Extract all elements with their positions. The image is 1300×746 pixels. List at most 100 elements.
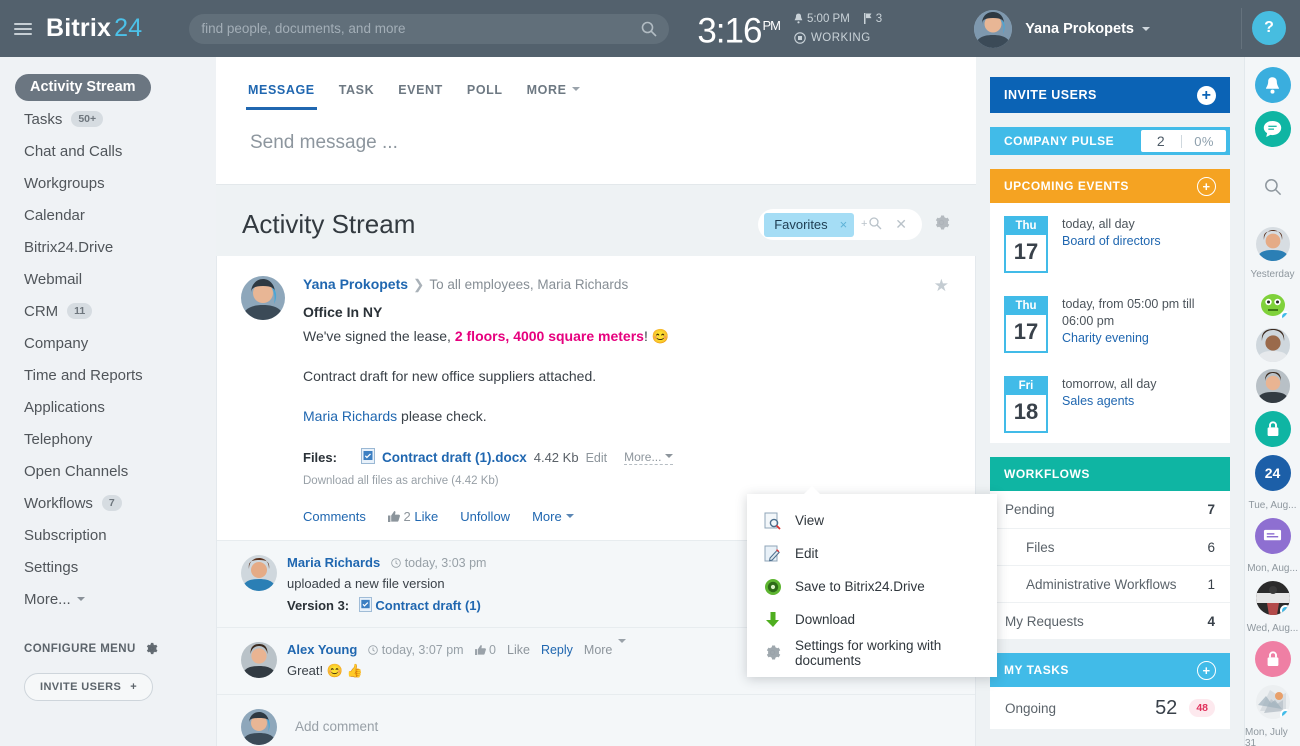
sidebar-item-tasks[interactable]: Tasks50+ — [0, 103, 216, 135]
sidebar-item-webmail[interactable]: Webmail — [0, 263, 216, 295]
post-author-avatar[interactable] — [241, 276, 285, 320]
like-action[interactable]: 2 Like — [388, 509, 438, 524]
sidebar-item-company[interactable]: Company — [0, 327, 216, 359]
sidebar-item-telephony[interactable]: Telephony — [0, 423, 216, 455]
workflow-row[interactable]: Administrative Workflows1 — [990, 565, 1230, 602]
sidebar-item-workflows[interactable]: Workflows7 — [0, 487, 216, 519]
clock-details: 5:00 PM 3 WORKING — [794, 13, 882, 44]
upcoming-events-header[interactable]: UPCOMING EVENTS + — [990, 169, 1230, 203]
send-message-input[interactable]: Send message ... — [216, 110, 976, 184]
tab-poll[interactable]: POLL — [455, 83, 515, 110]
help-button[interactable]: ? — [1252, 11, 1286, 45]
add-filter-icon[interactable]: + — [858, 216, 886, 233]
file-more-menu-button[interactable]: More... — [624, 450, 673, 465]
thumbs-up-icon — [388, 511, 400, 522]
workflow-row[interactable]: Files6 — [990, 528, 1230, 565]
menu-toggle-icon[interactable] — [14, 20, 32, 38]
sidebar-item-workgroups[interactable]: Workgroups — [0, 167, 216, 199]
rail-avatar[interactable] — [1256, 227, 1290, 261]
clear-filter-icon[interactable]: ✕ — [890, 216, 912, 233]
unfollow-action[interactable]: Unfollow — [460, 509, 510, 524]
post-author-name[interactable]: Yana Prokopets — [303, 276, 408, 292]
chevron-down-icon — [665, 454, 673, 462]
download-archive-link[interactable]: Download all files as archive (4.42 Kb) — [303, 475, 951, 487]
comment-author-name[interactable]: Maria Richards — [287, 555, 380, 570]
event-title[interactable]: Board of directors — [1062, 233, 1161, 250]
sidebar-item-crm[interactable]: CRM11 — [0, 295, 216, 327]
user-menu[interactable]: Yana Prokopets — [974, 10, 1150, 48]
file-edit-link[interactable]: Edit — [586, 451, 608, 465]
chevron-down-icon — [77, 597, 85, 605]
clock-widget[interactable]: 3:16PM 5:00 PM 3 WORKING — [697, 7, 882, 51]
comment-more-action[interactable]: More — [584, 643, 626, 657]
rail-lock-button[interactable] — [1255, 411, 1291, 447]
close-icon[interactable]: × — [840, 217, 848, 232]
task-row[interactable]: Ongoing5248 — [990, 687, 1230, 729]
tab-event[interactable]: EVENT — [386, 83, 455, 110]
rail-lock-button[interactable] — [1255, 641, 1291, 677]
sidebar-item-label: Workflows — [24, 495, 93, 512]
sidebar-item-bitrix24-drive[interactable]: Bitrix24.Drive — [0, 231, 216, 263]
workflow-row[interactable]: Pending7 — [990, 491, 1230, 528]
event-item[interactable]: Thu17today, all dayBoard of directors — [990, 203, 1230, 283]
rail-avatar[interactable] — [1256, 369, 1290, 403]
configure-menu-button[interactable]: CONFIGURE MENU — [24, 642, 216, 655]
event-item[interactable]: Thu17today, from 05:00 pm till 06:00 pmC… — [990, 283, 1230, 363]
sidebar-item-more[interactable]: More... — [0, 583, 216, 615]
app-logo[interactable]: Bitrix24 — [46, 14, 142, 43]
comment-reply-action[interactable]: Reply — [541, 643, 573, 657]
sidebar-invite-users-button[interactable]: INVITE USERS + — [24, 673, 153, 701]
file-menu-item-view[interactable]: View — [747, 504, 997, 537]
my-tasks-header[interactable]: MY TASKS + — [990, 653, 1230, 687]
tab-more[interactable]: MORE — [515, 83, 592, 110]
sidebar-item-settings[interactable]: Settings — [0, 551, 216, 583]
file-menu-item-edit[interactable]: Edit — [747, 537, 997, 570]
sidebar-item-chat-and-calls[interactable]: Chat and Calls — [0, 135, 216, 167]
event-title[interactable]: Charity evening — [1062, 330, 1216, 347]
global-search[interactable] — [189, 14, 669, 44]
chat-button[interactable] — [1255, 111, 1291, 147]
file-menu-item-download[interactable]: Download — [747, 603, 997, 636]
rail-avatar[interactable] — [1256, 287, 1290, 321]
notifications-button[interactable] — [1255, 67, 1291, 103]
add-comment-row[interactable]: Add comment — [217, 694, 975, 746]
sidebar-item-subscription[interactable]: Subscription — [0, 519, 216, 551]
sidebar-item-applications[interactable]: Applications — [0, 391, 216, 423]
tab-task[interactable]: TASK — [327, 83, 387, 110]
rail-search-button[interactable] — [1255, 169, 1291, 205]
search-input[interactable] — [201, 21, 641, 36]
file-menu-item-settings[interactable]: Settings for working with documents — [747, 636, 997, 669]
sidebar-item-open-channels[interactable]: Open Channels — [0, 455, 216, 487]
invite-users-button[interactable]: INVITE USERS + — [990, 77, 1230, 113]
sidebar-item-activity-stream[interactable]: Activity Stream — [0, 71, 216, 103]
sidebar-item-calendar[interactable]: Calendar — [0, 199, 216, 231]
workflows-header[interactable]: WORKFLOWS — [990, 457, 1230, 491]
comment-author-name[interactable]: Alex Young — [287, 642, 357, 657]
comment-author-avatar[interactable] — [241, 642, 277, 678]
company-pulse-bar[interactable]: COMPANY PULSE 2 0% — [990, 127, 1230, 155]
tab-message[interactable]: MESSAGE — [236, 83, 327, 110]
workflow-row[interactable]: My Requests4 — [990, 602, 1230, 639]
event-title[interactable]: Sales agents — [1062, 393, 1156, 410]
rail-avatar[interactable] — [1256, 685, 1290, 719]
rail-avatar[interactable] — [1256, 328, 1290, 362]
comment-author-avatar[interactable] — [241, 555, 277, 591]
rail-presentation-button[interactable] — [1255, 518, 1291, 554]
add-event-icon[interactable]: + — [1197, 177, 1216, 196]
filter-tag-favorites[interactable]: Favorites × — [764, 213, 854, 237]
sidebar-item-time-and-reports[interactable]: Time and Reports — [0, 359, 216, 391]
rail-bitrix-button[interactable]: 24 — [1255, 455, 1291, 491]
comment-like-action[interactable]: Like — [507, 643, 530, 657]
rail-avatar[interactable] — [1256, 581, 1290, 615]
add-task-icon[interactable]: + — [1197, 661, 1216, 680]
comment-like-counter: 0 — [475, 643, 496, 657]
comment-version-file[interactable]: Contract draft (1) — [375, 598, 480, 613]
event-item[interactable]: Fri18tomorrow, all daySales agents — [990, 363, 1230, 443]
mention-link[interactable]: Maria Richards — [303, 408, 397, 424]
stream-settings-gear-icon[interactable] — [933, 214, 950, 236]
file-name-link[interactable]: Contract draft (1).docx — [382, 450, 527, 465]
favorite-star-icon[interactable]: ★ — [934, 276, 949, 296]
comments-action[interactable]: Comments — [303, 509, 366, 524]
file-menu-item-save-to-drive[interactable]: Save to Bitrix24.Drive — [747, 570, 997, 603]
post-more-action[interactable]: More — [532, 509, 574, 524]
